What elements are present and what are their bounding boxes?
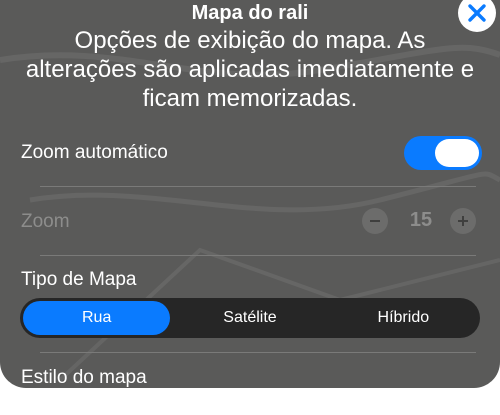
map-options-sheet: Mapa do rali Opções de exibição do mapa.… <box>0 0 500 388</box>
map-type-option-street[interactable]: Rua <box>23 301 171 335</box>
plus-icon <box>458 216 468 226</box>
zoom-decrease-button[interactable] <box>362 208 388 234</box>
divider <box>40 255 476 256</box>
divider <box>40 186 476 187</box>
auto-zoom-label: Zoom automático <box>21 142 168 163</box>
map-style-label: Estilo do mapa <box>21 367 147 388</box>
auto-zoom-toggle[interactable] <box>404 136 482 170</box>
map-type-label: Tipo de Mapa <box>21 269 137 290</box>
map-type-option-satellite[interactable]: Satélite <box>176 301 323 335</box>
dialog-title: Mapa do rali <box>191 2 309 24</box>
toggle-knob <box>435 139 479 167</box>
map-type-option-hybrid[interactable]: Híbrido <box>330 301 477 335</box>
zoom-value: 15 <box>409 209 433 231</box>
close-icon <box>468 4 486 22</box>
zoom-label: Zoom <box>21 211 70 232</box>
dialog-description: Opções de exibição do mapa. As alteraçõe… <box>25 27 475 112</box>
minus-icon <box>370 220 380 222</box>
divider <box>40 352 476 353</box>
map-type-segmented-control: Rua Satélite Híbrido <box>20 298 480 338</box>
zoom-increase-button[interactable] <box>450 208 476 234</box>
